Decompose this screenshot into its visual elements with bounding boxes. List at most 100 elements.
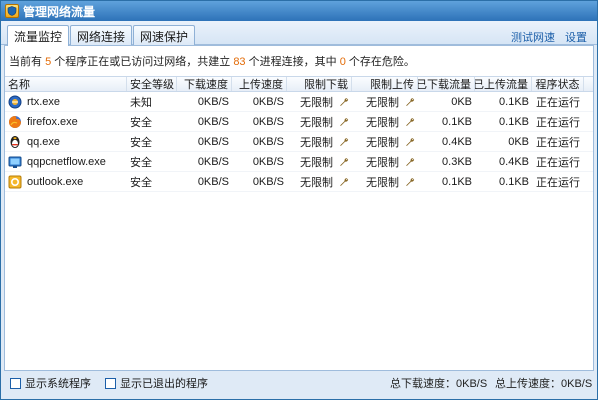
process-status: 正在运行 <box>536 156 580 169</box>
download-speed: 0KB/S <box>197 95 229 108</box>
shield-icon <box>5 4 19 18</box>
outlook-icon <box>8 175 22 189</box>
table-row[interactable]: qq.exe 安全 0KB/S 0KB/S 无限制 无限制 0.4KB 0KB … <box>5 132 593 152</box>
process-status: 正在运行 <box>536 176 580 189</box>
summary-mid1: 个程序正在或已访问过网络，共建立 <box>54 56 231 68</box>
total-upload-value: 0KB/S <box>561 378 593 390</box>
total-downloaded: 0.3KB <box>442 155 472 168</box>
wrench-icon[interactable] <box>339 97 349 107</box>
traffic-panel: 当前有 5 个程序正在或已访问过网络，共建立 83 个进程连接，其中 0 个存在… <box>4 45 594 371</box>
upload-speed: 0KB/S <box>252 95 284 108</box>
process-name: rtx.exe <box>27 95 61 108</box>
limit-download-value: 无限制 <box>300 176 333 189</box>
total-uploaded: 0.1KB <box>499 175 529 188</box>
checkbox-box[interactable] <box>105 377 116 389</box>
process-table: 名称 安全等级 下载速度 上传速度 限制下载 限制上传 已下载流量 已上传流量 … <box>5 76 593 192</box>
total-downloaded: 0.1KB <box>442 115 472 128</box>
show-exited-programs-label: 显示已退出的程序 <box>120 378 208 390</box>
header-limit-upload[interactable]: 限制上传 <box>352 77 418 91</box>
total-upload-label: 总上传速度： <box>495 378 561 390</box>
show-exited-programs-checkbox[interactable]: 显示已退出的程序 <box>105 375 208 391</box>
total-uploaded: 0KB <box>508 135 529 148</box>
header-total-downloaded[interactable]: 已下载流量 <box>418 77 475 91</box>
summary-mid2: 个进程连接，其中 <box>248 56 337 68</box>
header-total-uploaded[interactable]: 已上传流量 <box>475 77 532 91</box>
security-level: 安全 <box>130 116 152 129</box>
total-downloaded: 0KB <box>451 95 472 108</box>
header-upload-speed[interactable]: 上传速度 <box>232 77 287 91</box>
total-download-speed: 总下载速度：0KB/S <box>390 375 487 391</box>
settings-link[interactable]: 设置 <box>565 29 587 45</box>
total-downloaded: 0.4KB <box>442 135 472 148</box>
total-upload-speed: 总上传速度：0KB/S <box>495 375 592 391</box>
tab-speed-protection[interactable]: 网速保护 <box>133 25 195 46</box>
checkbox-box[interactable] <box>10 377 21 389</box>
total-download-value: 0KB/S <box>456 378 488 390</box>
download-speed: 0KB/S <box>197 155 229 168</box>
limit-upload-value: 无限制 <box>366 116 399 129</box>
summary-suffix: 个存在危险。 <box>348 56 415 68</box>
wrench-icon[interactable] <box>339 137 349 147</box>
firefox-icon <box>8 115 22 129</box>
qqpcnetflow-icon <box>8 155 22 169</box>
process-name: outlook.exe <box>27 175 84 188</box>
wrench-icon[interactable] <box>339 117 349 127</box>
download-speed: 0KB/S <box>197 115 229 128</box>
limit-upload-value: 无限制 <box>366 176 399 189</box>
total-downloaded: 0.1KB <box>442 175 472 188</box>
test-speed-link[interactable]: 测试网速 <box>511 29 555 45</box>
status-bar: 显示系统程序 显示已退出的程序 总下载速度：0KB/S 总上传速度：0KB/S <box>4 371 594 395</box>
header-download-speed[interactable]: 下载速度 <box>177 77 232 91</box>
wrench-icon[interactable] <box>405 97 415 107</box>
tab-network-connections[interactable]: 网络连接 <box>70 25 132 46</box>
window-title: 管理网络流量 <box>23 4 96 19</box>
wrench-icon[interactable] <box>405 177 415 187</box>
rtx-icon <box>8 95 22 109</box>
table-row[interactable]: qqpcnetflow.exe 安全 0KB/S 0KB/S 无限制 无限制 0… <box>5 152 593 172</box>
show-system-programs-checkbox[interactable]: 显示系统程序 <box>10 375 91 391</box>
table-header: 名称 安全等级 下载速度 上传速度 限制下载 限制上传 已下载流量 已上传流量 … <box>5 76 593 92</box>
summary-text: 当前有 5 个程序正在或已访问过网络，共建立 83 个进程连接，其中 0 个存在… <box>9 53 415 69</box>
table-row[interactable]: firefox.exe 安全 0KB/S 0KB/S 无限制 无限制 0.1KB… <box>5 112 593 132</box>
process-name: qq.exe <box>27 135 61 148</box>
process-status: 正在运行 <box>536 136 580 149</box>
total-uploaded: 0.1KB <box>499 95 529 108</box>
summary-prefix: 当前有 <box>9 56 42 68</box>
total-download-label: 总下载速度： <box>390 378 456 390</box>
limit-upload-value: 无限制 <box>366 156 399 169</box>
process-name: firefox.exe <box>27 115 78 128</box>
table-row[interactable]: rtx.exe 未知 0KB/S 0KB/S 无限制 无限制 0KB 0.1KB… <box>5 92 593 112</box>
tab-bar: 流量监控 网络连接 网速保护 测试网速 设置 <box>1 21 597 46</box>
limit-download-value: 无限制 <box>300 116 333 129</box>
tab-traffic-monitor[interactable]: 流量监控 <box>7 25 69 46</box>
header-security[interactable]: 安全等级 <box>127 77 177 91</box>
security-level: 未知 <box>130 96 152 109</box>
upload-speed: 0KB/S <box>252 155 284 168</box>
title-bar[interactable]: 管理网络流量 <box>1 1 597 21</box>
process-status: 正在运行 <box>536 96 580 109</box>
wrench-icon[interactable] <box>405 117 415 127</box>
danger-count: 0 <box>339 56 346 68</box>
total-uploaded: 0.1KB <box>499 115 529 128</box>
table-row[interactable]: outlook.exe 安全 0KB/S 0KB/S 无限制 无限制 0.1KB… <box>5 172 593 192</box>
wrench-icon[interactable] <box>339 157 349 167</box>
main-window: 管理网络流量 流量监控 网络连接 网速保护 测试网速 设置 当前有 5 个程序正… <box>0 0 598 400</box>
wrench-icon[interactable] <box>339 177 349 187</box>
download-speed: 0KB/S <box>197 135 229 148</box>
upload-speed: 0KB/S <box>252 135 284 148</box>
header-status[interactable]: 程序状态 <box>532 77 584 91</box>
wrench-icon[interactable] <box>405 137 415 147</box>
limit-download-value: 无限制 <box>300 96 333 109</box>
header-limit-download[interactable]: 限制下载 <box>287 77 352 91</box>
header-name[interactable]: 名称 <box>5 77 127 91</box>
show-system-programs-label: 显示系统程序 <box>25 378 91 390</box>
download-speed: 0KB/S <box>197 175 229 188</box>
upload-speed: 0KB/S <box>252 115 284 128</box>
connection-count: 83 <box>233 56 246 68</box>
limit-download-value: 无限制 <box>300 156 333 169</box>
qq-icon <box>8 135 22 149</box>
wrench-icon[interactable] <box>405 157 415 167</box>
security-level: 安全 <box>130 176 152 189</box>
process-status: 正在运行 <box>536 116 580 129</box>
limit-download-value: 无限制 <box>300 136 333 149</box>
